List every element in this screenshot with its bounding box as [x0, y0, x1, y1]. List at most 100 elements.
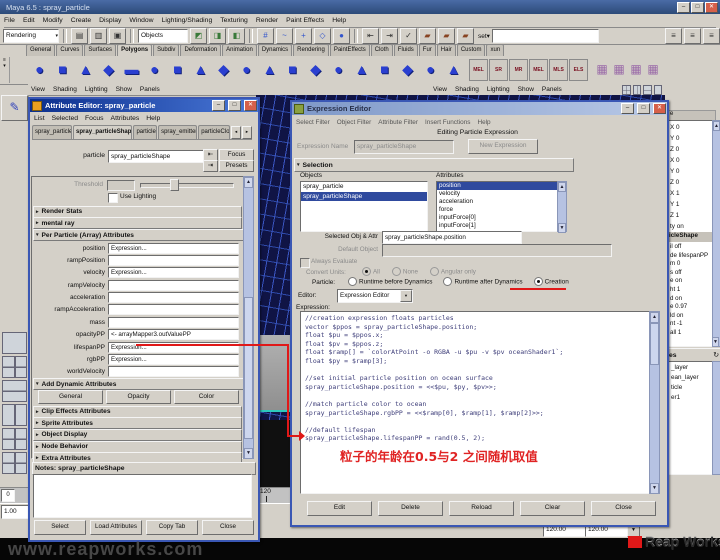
selection-mask-selector[interactable]: Objects	[138, 29, 188, 43]
channel-row[interactable]: e 0.97	[668, 303, 710, 312]
expression-editor-button[interactable]: Close	[591, 501, 656, 516]
shelf-polygon-icon[interactable]: ●	[28, 58, 51, 82]
layer-row[interactable]: _layer	[668, 363, 710, 373]
render-frame-icon[interactable]: ▰	[419, 28, 436, 44]
attributes-list-item[interactable]: position	[437, 182, 557, 190]
collapsed-section[interactable]: ▸Render Stats	[33, 205, 242, 217]
collapsed-section[interactable]: ▸Object Display	[33, 428, 242, 440]
collapsed-section[interactable]: ▸mental ray	[33, 217, 242, 229]
collapsed-section[interactable]: ▸Node Behavior	[33, 440, 242, 452]
channel-row[interactable]: Y 0	[668, 133, 710, 144]
channel-row[interactable]: X 0	[668, 155, 710, 166]
menu-item[interactable]: Insert Functions	[425, 119, 470, 126]
attribute-value-field[interactable]	[108, 255, 239, 266]
shelf-tab[interactable]: PaintEffects	[330, 44, 370, 56]
show-manipulator-tool[interactable]: ✎	[1, 95, 28, 121]
attributes-list[interactable]: positionvelocityaccelerationforceinputFo…	[436, 181, 558, 232]
shelf-polygon-icon[interactable]: ▲	[442, 58, 465, 82]
channel-row[interactable]: ld on	[668, 312, 710, 321]
menu-item[interactable]: Edit	[23, 17, 35, 24]
attribute-value-field[interactable]: Expression...	[108, 354, 239, 365]
channel-row[interactable]: X 0	[668, 122, 710, 133]
menu-item[interactable]: Create	[71, 17, 91, 24]
shelf-tab[interactable]: Fur	[419, 44, 436, 56]
menu-item[interactable]: Help	[477, 119, 490, 126]
expression-scrollbar[interactable]: ▲ ▼	[649, 311, 660, 494]
maximize-icon[interactable]: □	[228, 100, 241, 111]
render-globals-icon[interactable]: ▰	[457, 28, 474, 44]
ui-toggle-icon[interactable]: ≡	[684, 28, 701, 44]
panel-menu-item[interactable]: Panels	[542, 86, 562, 93]
attribute-editor-button[interactable]: Close	[202, 520, 254, 535]
menu-item[interactable]: Select Filter	[296, 119, 330, 126]
attributes-list-scrollbar[interactable]: ▲ ▼	[557, 181, 567, 232]
per-particle-section-header[interactable]: ▾Per Particle (Array) Attributes	[33, 229, 244, 241]
shelf-polygon-icon[interactable]: ■	[51, 58, 74, 82]
menu-item[interactable]: Modify	[43, 17, 63, 24]
objects-list-item[interactable]: spray_particle	[301, 182, 427, 192]
layout-four-pane-button[interactable]	[2, 356, 27, 378]
node-name-field[interactable]: spray_particleShape	[108, 150, 204, 163]
channel-row[interactable]: m 0	[668, 260, 710, 269]
select-object-icon[interactable]: ◨	[209, 28, 226, 44]
construction-history-icon[interactable]: ✓	[400, 28, 417, 44]
close-icon[interactable]: ✕	[705, 2, 718, 13]
menu-item[interactable]: Window	[129, 17, 153, 24]
minimize-icon[interactable]: –	[621, 103, 634, 114]
attribute-value-field[interactable]	[108, 280, 239, 291]
output-connections-icon[interactable]: ⇥	[381, 28, 398, 44]
shelf-script-icon[interactable]: MEL	[529, 59, 548, 81]
quick-select-field[interactable]	[492, 29, 599, 43]
channel-row[interactable]: e on	[668, 277, 710, 286]
shelf-tab[interactable]: Cloth	[371, 44, 393, 56]
attribute-editor-button[interactable]: Copy Tab	[146, 520, 198, 535]
channel-row[interactable]: Z 0	[668, 144, 710, 155]
make-live-icon[interactable]: ●	[333, 28, 350, 44]
shelf-polygon-icon[interactable]: ◆	[396, 58, 419, 82]
menu-item[interactable]: File	[4, 17, 15, 24]
save-scene-icon[interactable]: ▣	[109, 28, 126, 44]
shelf-texture-icon[interactable]: ▦	[611, 60, 627, 80]
attribute-editor-tab[interactable]: spray_emitter	[158, 125, 197, 139]
shelf-script-icon[interactable]: MR	[509, 59, 528, 81]
attributes-list-item[interactable]: force	[437, 206, 557, 214]
shelf-polygon-icon[interactable]: ●	[143, 58, 166, 82]
channel-row[interactable]: Z 1	[668, 210, 710, 221]
add-dynamic-attributes-header[interactable]: ▾Add Dynamic Attributes	[33, 378, 244, 390]
channel-scrollbar[interactable]: ▲ ▼	[712, 120, 720, 347]
shelf-polygon-icon[interactable]: ■	[166, 58, 189, 82]
panel-menu-item[interactable]: Shading	[455, 86, 479, 93]
shelf-polygon-icon[interactable]: ◆	[97, 58, 120, 82]
menu-item[interactable]: Paint Effects	[286, 17, 324, 24]
collapsed-section[interactable]: ▸Clip Effects Attributes	[33, 405, 242, 417]
attribute-editor-tab[interactable]: spray_particle	[32, 125, 72, 139]
channel-row[interactable]: Z 0	[668, 177, 710, 188]
shelf-tab[interactable]: Fluids	[394, 44, 418, 56]
shelf-script-icon[interactable]: ELS	[569, 59, 588, 81]
shelf-tab[interactable]: xun	[486, 44, 504, 56]
shelf-polygon-icon[interactable]: ●	[235, 58, 258, 82]
expression-editor-button[interactable]: Edit	[307, 501, 372, 516]
objects-list-item[interactable]: spray_particleShape	[301, 192, 427, 202]
particle-mode-radio[interactable]: Runtime before Dynamics	[348, 277, 432, 286]
new-scene-icon[interactable]: ▤	[71, 28, 88, 44]
input-connections-icon[interactable]: ⇤	[362, 28, 379, 44]
expression-editor-button[interactable]: Clear	[520, 501, 585, 516]
notes-area[interactable]	[33, 474, 252, 518]
menu-item[interactable]: Focus	[85, 115, 104, 122]
select-hierarchy-icon[interactable]: ◩	[190, 28, 207, 44]
minimize-icon[interactable]: –	[677, 2, 690, 13]
attribute-value-field[interactable]	[108, 317, 239, 328]
threshold-field[interactable]	[107, 180, 135, 191]
collapsed-section[interactable]: ▸Sprite Attributes	[33, 417, 242, 429]
shelf-tab[interactable]: Hair	[437, 44, 456, 56]
snap-grid-icon[interactable]: #	[257, 28, 274, 44]
menu-item[interactable]: Attribute Filter	[378, 119, 418, 126]
refresh-icon[interactable]: ↻	[713, 351, 720, 359]
open-scene-icon[interactable]: ▥	[90, 28, 107, 44]
channel-row[interactable]: d on	[668, 295, 710, 304]
add-attribute-button[interactable]: Color	[174, 390, 239, 404]
channel-row[interactable]: Y 0	[668, 166, 710, 177]
shelf-tab[interactable]: Rendering	[293, 44, 329, 56]
output-connections-icon[interactable]: ⇥	[203, 160, 218, 172]
